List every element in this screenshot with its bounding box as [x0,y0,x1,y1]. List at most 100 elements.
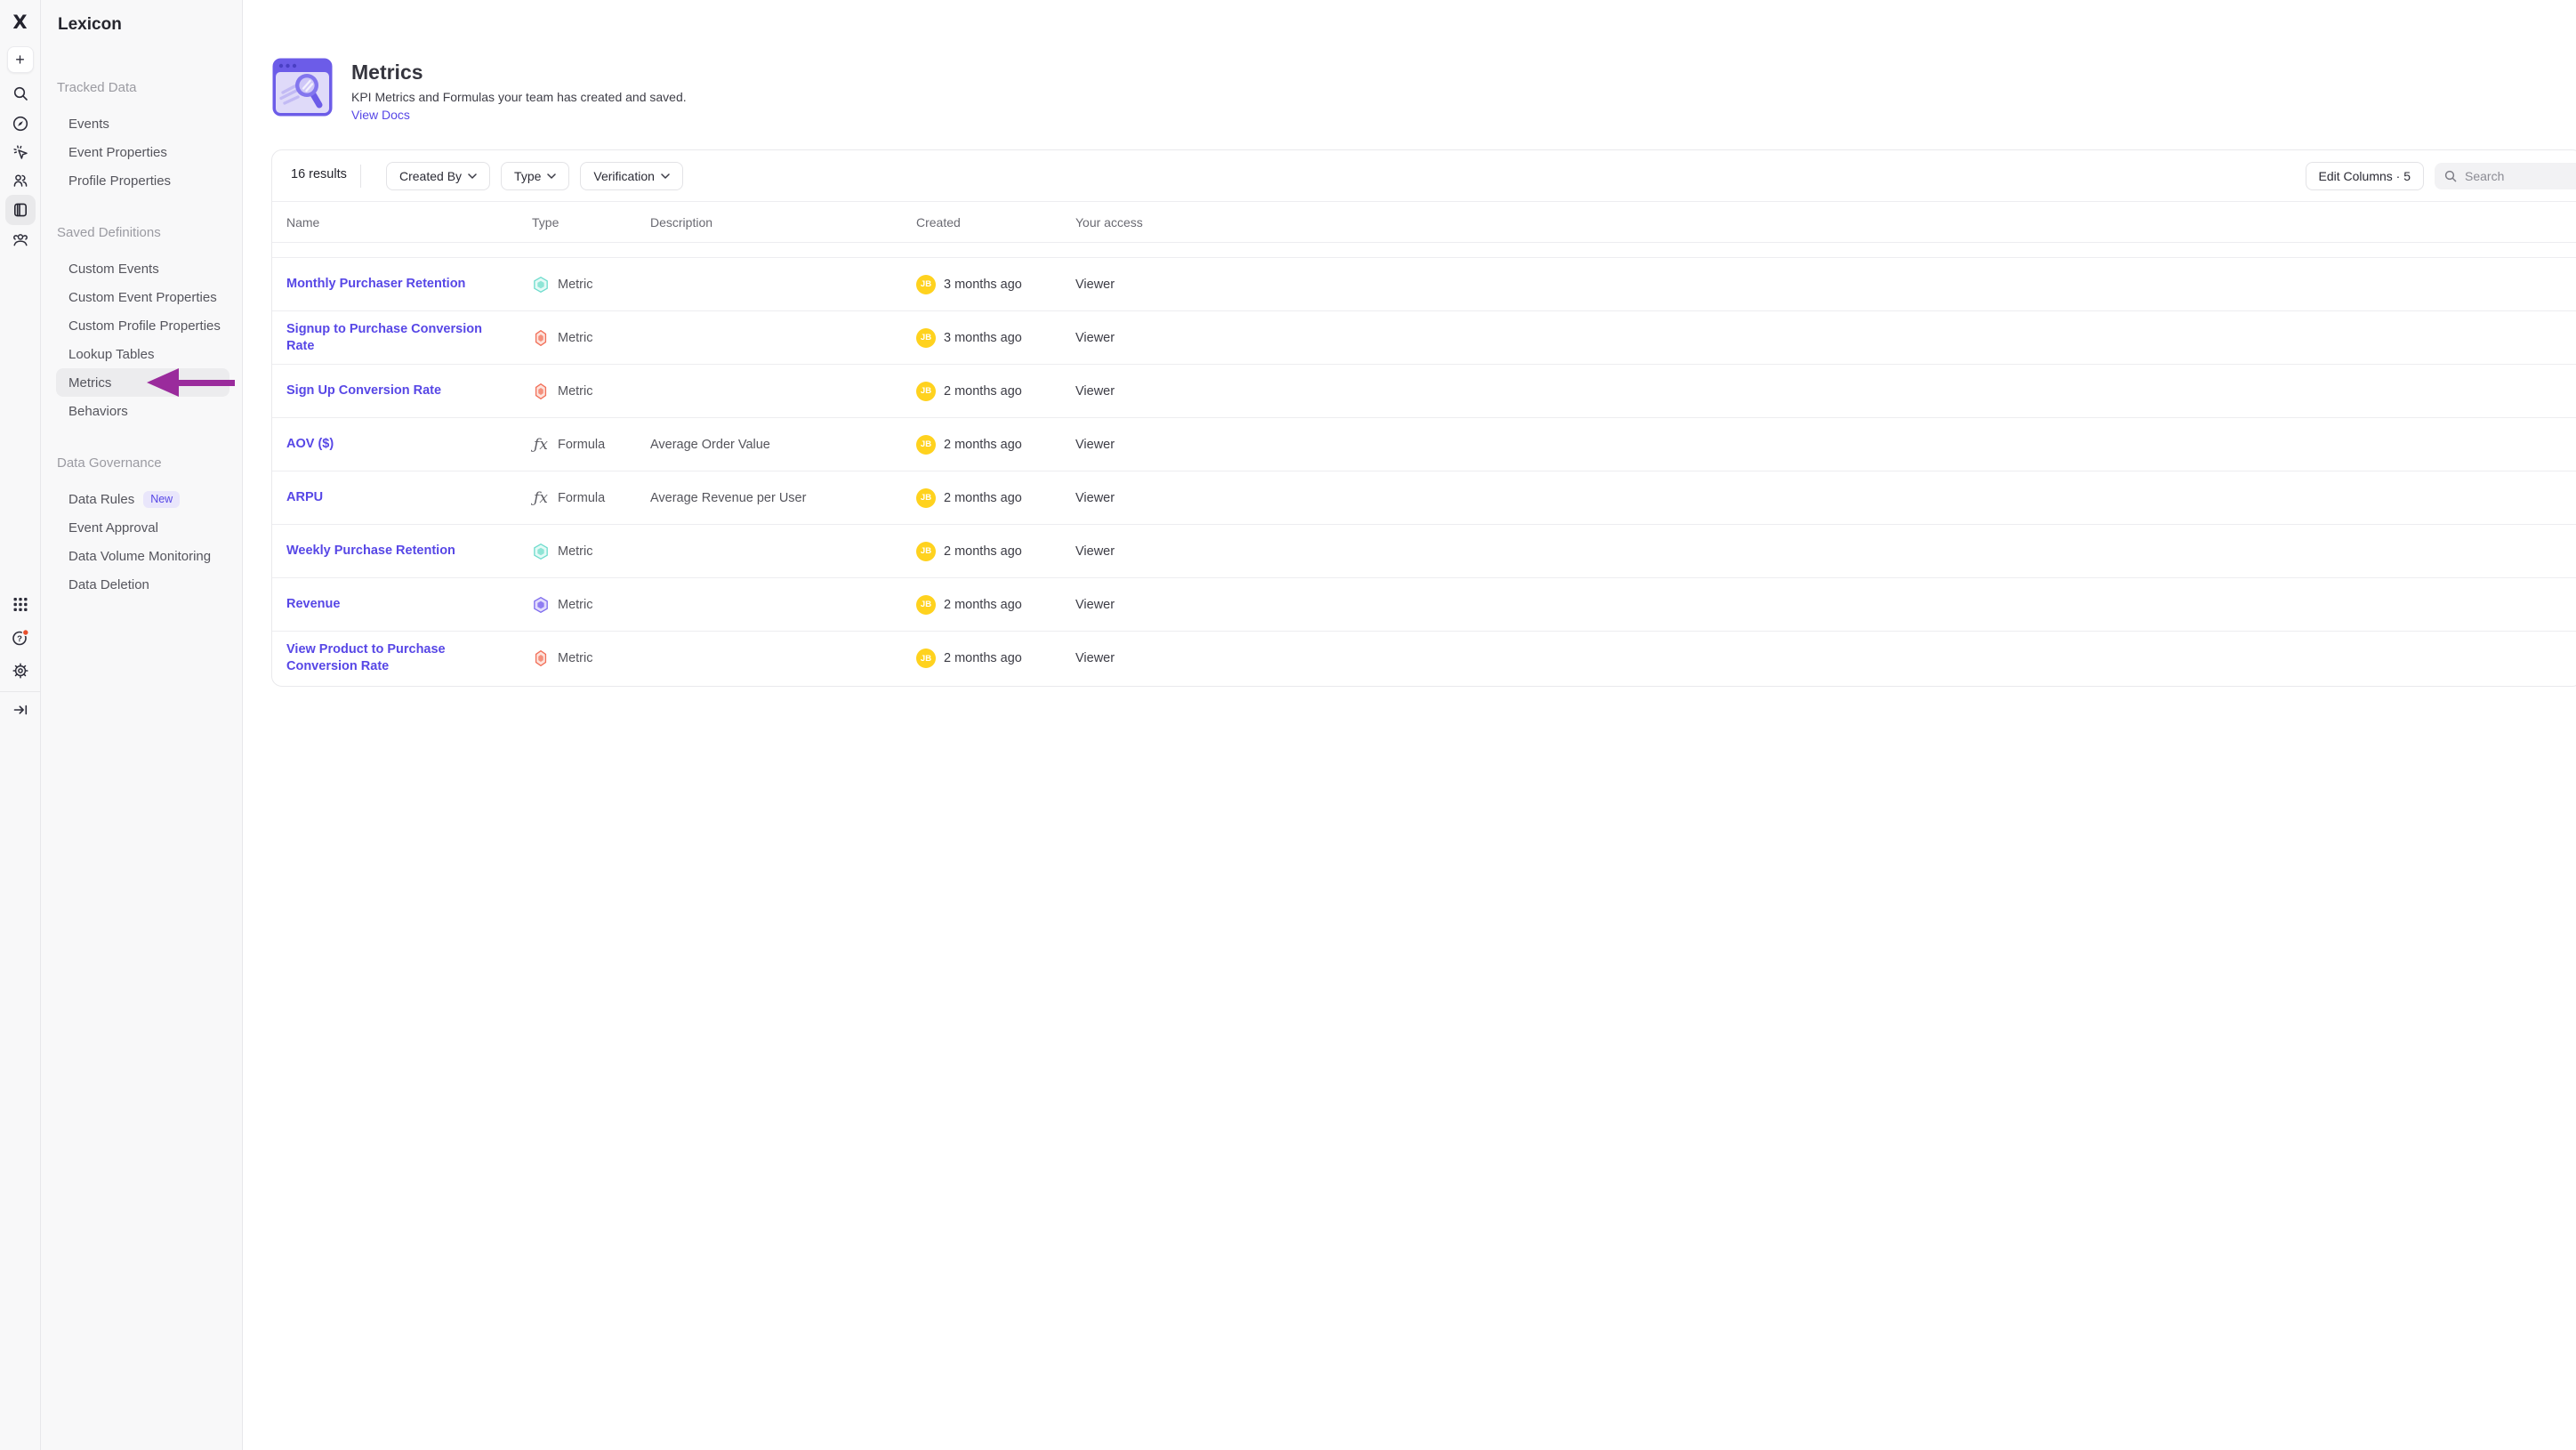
filter-buttons: Created By Type Verification [386,162,683,190]
description-cell: Average Order Value [650,438,916,452]
table-rows: Monthly Purchaser Retention Metric JB 3 m… [272,258,2576,685]
main-content: Metrics KPI Metrics and Formulas your te… [244,0,2576,1450]
filter-created-by-button[interactable]: Created By [386,162,490,190]
filter-label: Verification [593,169,654,183]
sidebar-item-profile-properties[interactable]: Profile Properties [56,166,229,195]
sidebar-item-label: Events [68,117,109,132]
sidebar-item-label: Custom Profile Properties [68,318,221,334]
apps-grid-icon[interactable] [12,596,28,613]
table-row: Revenue Metric JB 2 months agoViewer [272,578,2576,632]
sidebar-item-custom-profile-properties[interactable]: Custom Profile Properties [56,311,229,340]
metric-name-link[interactable]: View Product to Purchase Conversion Rate [286,641,532,675]
metrics-page-icon [271,57,334,117]
metric-hexagon-icon [532,383,550,400]
toolbar-divider [360,165,361,188]
creator-avatar[interactable]: JB [916,328,936,348]
table-row: Monthly Purchaser Retention Metric JB 3 m… [272,258,2576,311]
mixpanel-logo-icon[interactable]: X [12,12,27,33]
table-header-row: NameTypeDescriptionCreatedYour access [272,202,2576,243]
type-cell: Metric [532,543,650,560]
metric-name-link[interactable]: Sign Up Conversion Rate [286,383,466,399]
creator-avatar[interactable]: JB [916,542,936,561]
type-cell: Metric [532,596,650,614]
created-cell: JB 3 months ago [916,275,1075,294]
filter-verification-button[interactable]: Verification [580,162,682,190]
type-label: Metric [558,278,592,292]
created-time: 2 months ago [944,438,1022,452]
table-row: AOV ($) ƒx Formula Average Order ValueJB 2 … [272,418,2576,471]
created-cell: JB 2 months ago [916,435,1075,455]
create-plus-button[interactable]: + [7,46,34,73]
sidebar-item-events[interactable]: Events [56,109,229,138]
sidebar-item-label: Data Rules [68,492,134,507]
lexicon-book-icon[interactable] [5,195,36,225]
metric-name-link[interactable]: ARPU [286,489,348,506]
metric-name-link[interactable]: Monthly Purchaser Retention [286,276,490,293]
created-time: 3 months ago [944,278,1022,292]
column-header-name: Name [286,215,532,230]
sidebar-item-behaviors[interactable]: Behaviors [56,397,229,425]
partial-scrolled-row [272,243,2576,258]
access-cell: Viewer [1075,438,2576,452]
collapse-arrow-icon[interactable] [12,701,29,719]
search-icon [2443,169,2458,183]
sidebar-section-saved-definitions: Saved DefinitionsCustom EventsCustom Eve… [41,225,242,425]
help-question-icon[interactable]: ? [11,628,30,648]
sidebar-item-label: Event Approval [68,520,158,536]
column-header-created: Created [916,215,1075,230]
section-header: Tracked Data [41,80,242,98]
lexicon-sidebar: Lexicon Tracked DataEventsEvent Properti… [41,0,243,1450]
type-label: Formula [558,438,605,452]
sidebar-item-lookup-tables[interactable]: Lookup Tables [56,340,229,368]
sidebar-item-label: Custom Events [68,262,159,277]
created-time: 2 months ago [944,544,1022,559]
metric-name-link[interactable]: Weekly Purchase Retention [286,543,480,560]
rail-divider [0,691,40,692]
search-input[interactable] [2465,169,2563,183]
access-cell: Viewer [1075,278,2576,292]
sidebar-sections: Tracked Data Events Event Properties Profil… [41,80,242,599]
creator-avatar[interactable]: JB [916,648,936,668]
search-icon[interactable] [12,85,29,102]
creator-avatar[interactable]: JB [916,488,936,508]
chevron-down-icon [468,173,477,179]
sidebar-section-data-governance: Data GovernanceData RulesNewEvent Approv… [41,455,242,599]
sidebar-item-data-rules[interactable]: Data RulesNew [56,485,229,513]
access-cell: Viewer [1075,544,2576,559]
discover-compass-icon[interactable] [12,115,29,133]
creator-avatar[interactable]: JB [916,275,936,294]
access-cell: Viewer [1075,598,2576,612]
sidebar-section-tracked-data: Tracked Data Events Event Properties Profil… [41,80,242,195]
edit-columns-button[interactable]: Edit Columns · 5 [2306,162,2424,190]
sidebar-item-event-properties[interactable]: Event Properties [56,138,229,166]
formula-fx-icon: ƒx [532,436,550,454]
results-count: 16 results [291,167,347,181]
users-icon[interactable] [12,172,29,189]
table-search[interactable] [2435,163,2576,189]
sidebar-item-label: Data Deletion [68,577,149,592]
metric-name-link[interactable]: Revenue [286,596,365,613]
sidebar-item-event-approval[interactable]: Event Approval [56,513,229,542]
sidebar-item-data-deletion[interactable]: Data Deletion [56,570,229,599]
creator-avatar[interactable]: JB [916,382,936,401]
view-docs-link[interactable]: View Docs [351,108,410,122]
sidebar-item-custom-event-properties[interactable]: Custom Event Properties [56,283,229,311]
created-cell: JB 2 months ago [916,595,1075,615]
notification-dot [22,630,28,636]
cohorts-group-icon[interactable] [12,231,29,249]
events-click-icon[interactable] [12,143,29,161]
creator-avatar[interactable]: JB [916,435,936,455]
settings-gear-icon[interactable] [12,662,29,680]
sidebar-item-custom-events[interactable]: Custom Events [56,254,229,283]
metric-name-link[interactable]: Signup to Purchase Conversion Rate [286,321,532,355]
metric-name-link[interactable]: AOV ($) [286,436,358,453]
type-cell: ƒx Formula [532,436,650,454]
table-row: ARPUƒxFormulaAverage Revenue per UserJB … [272,471,2576,525]
sidebar-item-label: Profile Properties [68,173,171,189]
created-cell: JB 2 months ago [916,382,1075,401]
creator-avatar[interactable]: JB [916,595,936,615]
filter-type-button[interactable]: Type [501,162,569,190]
svg-text:?: ? [17,634,22,644]
sidebar-item-metrics[interactable]: Metrics [56,368,229,397]
sidebar-item-data-volume-monitoring[interactable]: Data Volume Monitoring [56,542,229,570]
